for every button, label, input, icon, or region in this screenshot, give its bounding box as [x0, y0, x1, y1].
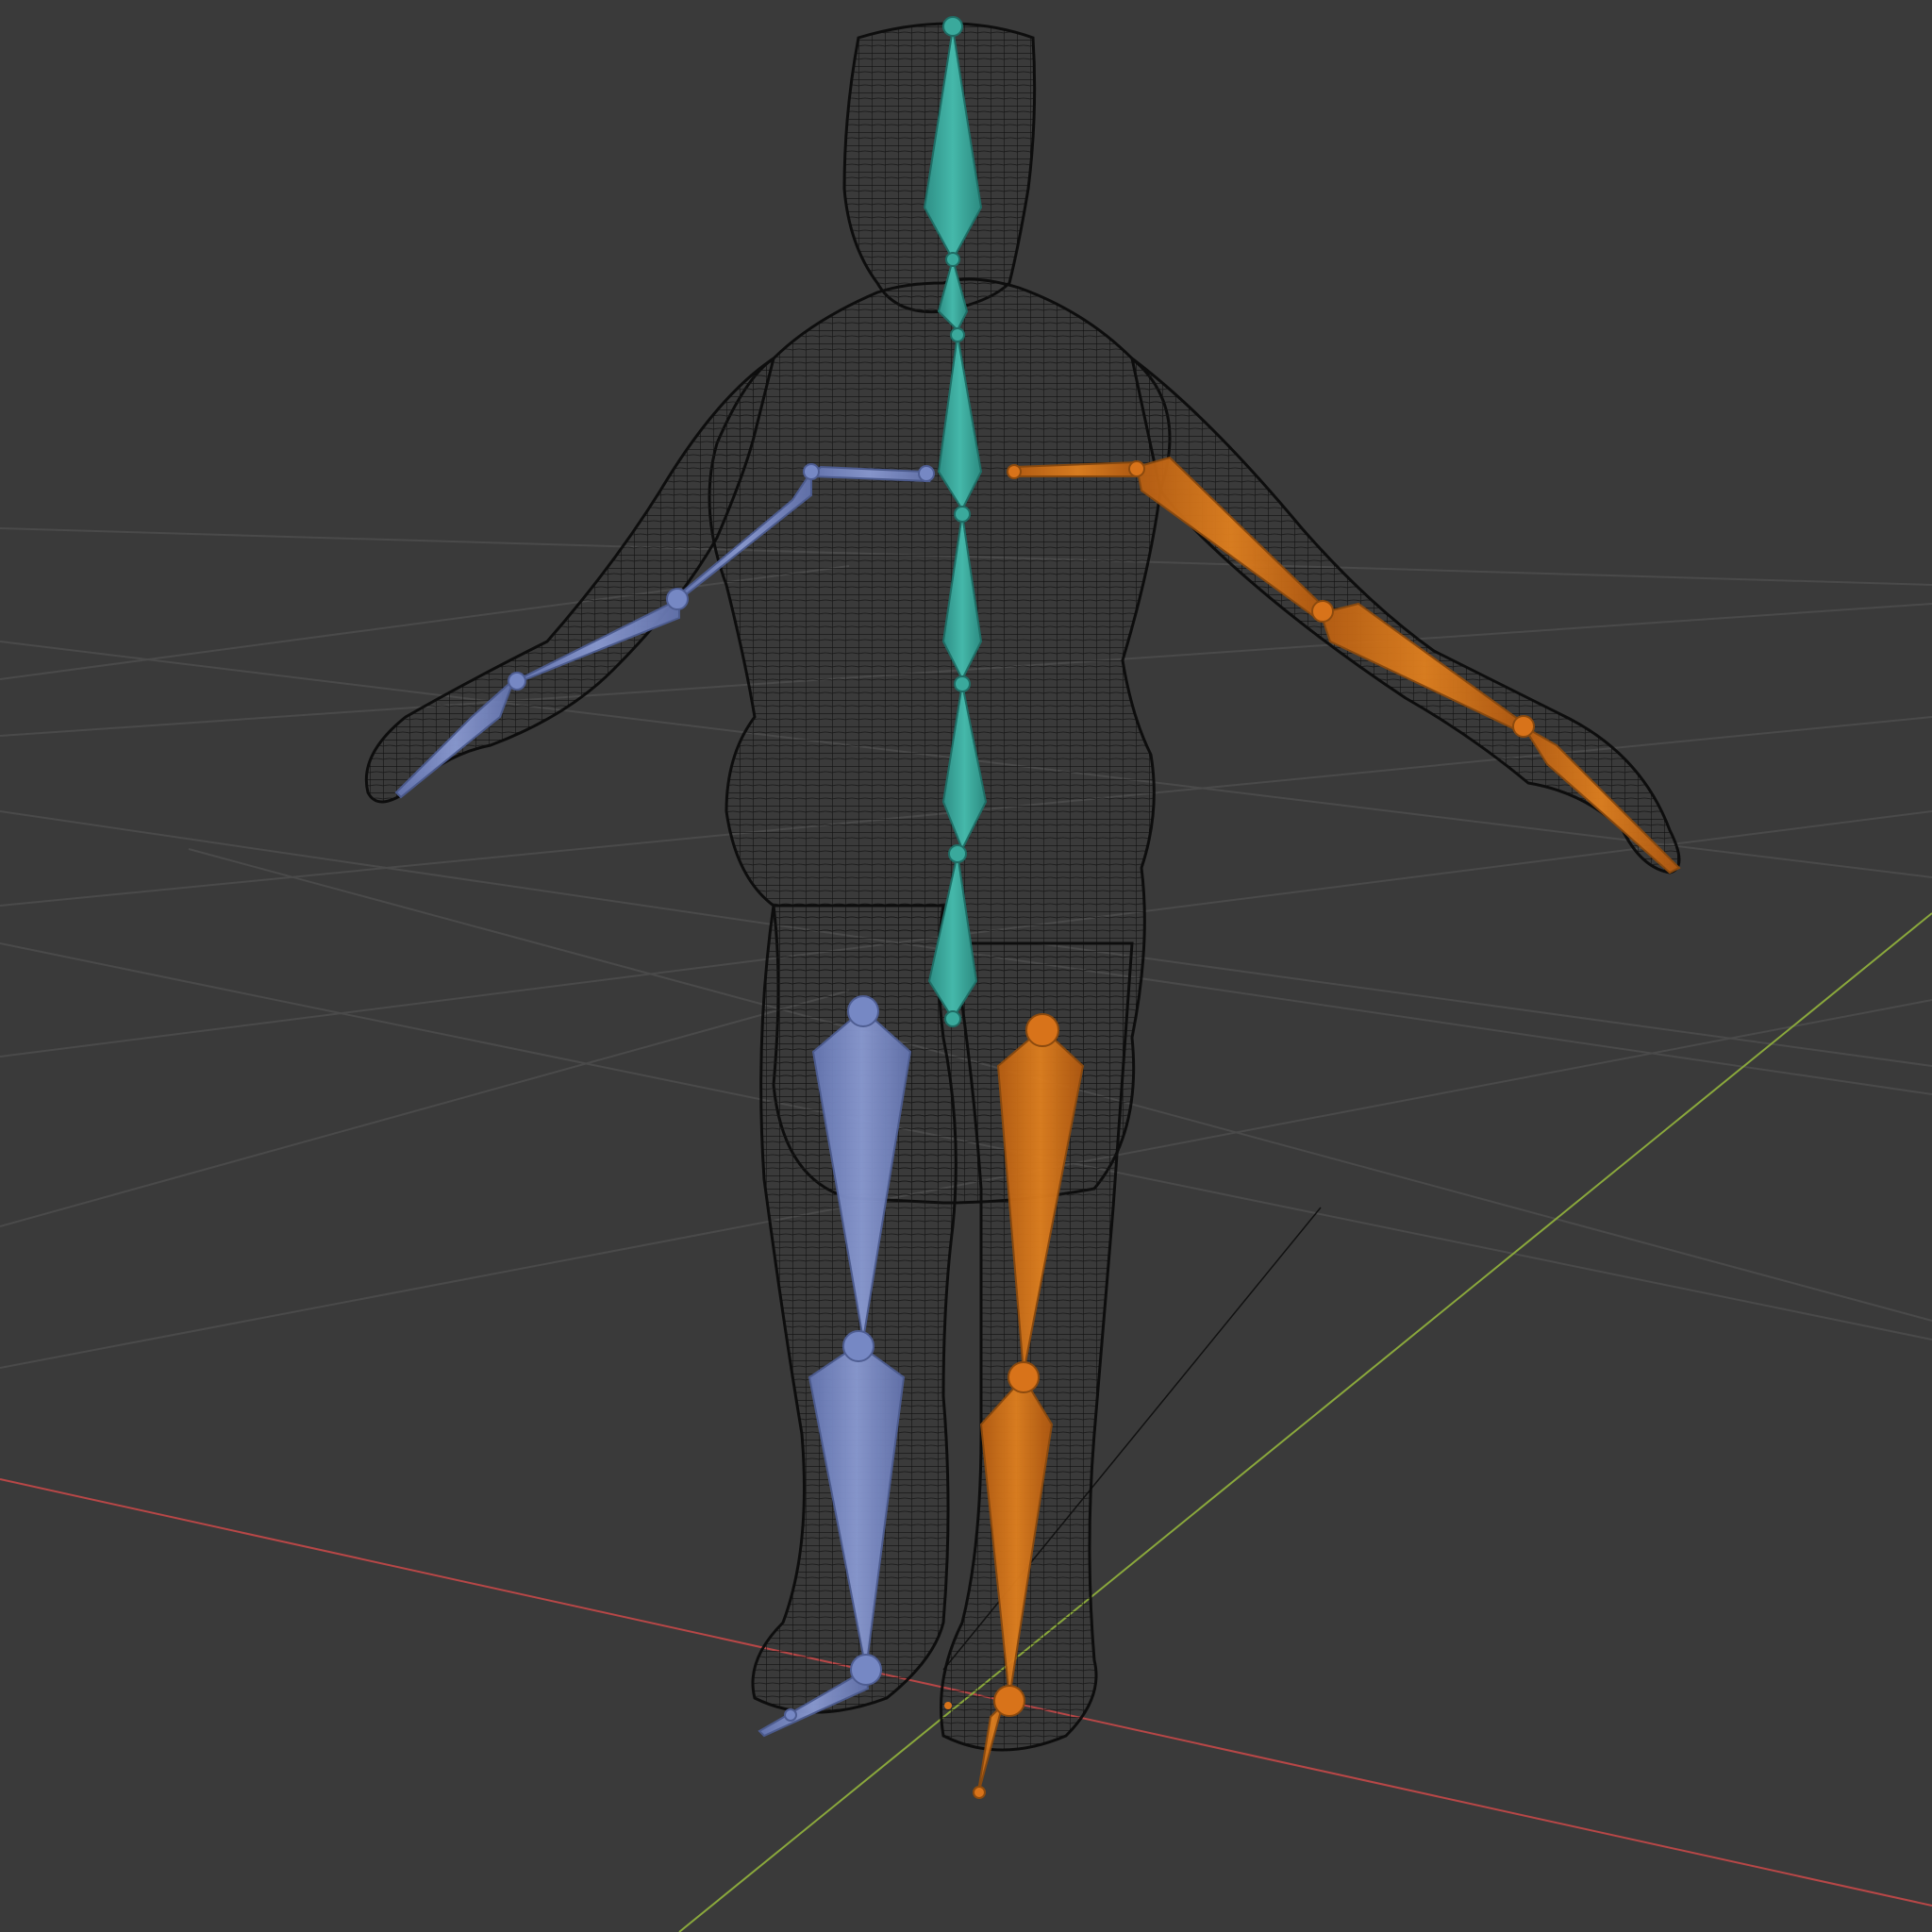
- origin-point: [944, 1702, 952, 1709]
- bone-forearm-r[interactable]: [1319, 602, 1530, 733]
- viewport-canvas[interactable]: [0, 0, 1932, 1932]
- 3d-viewport[interactable]: [0, 0, 1932, 1932]
